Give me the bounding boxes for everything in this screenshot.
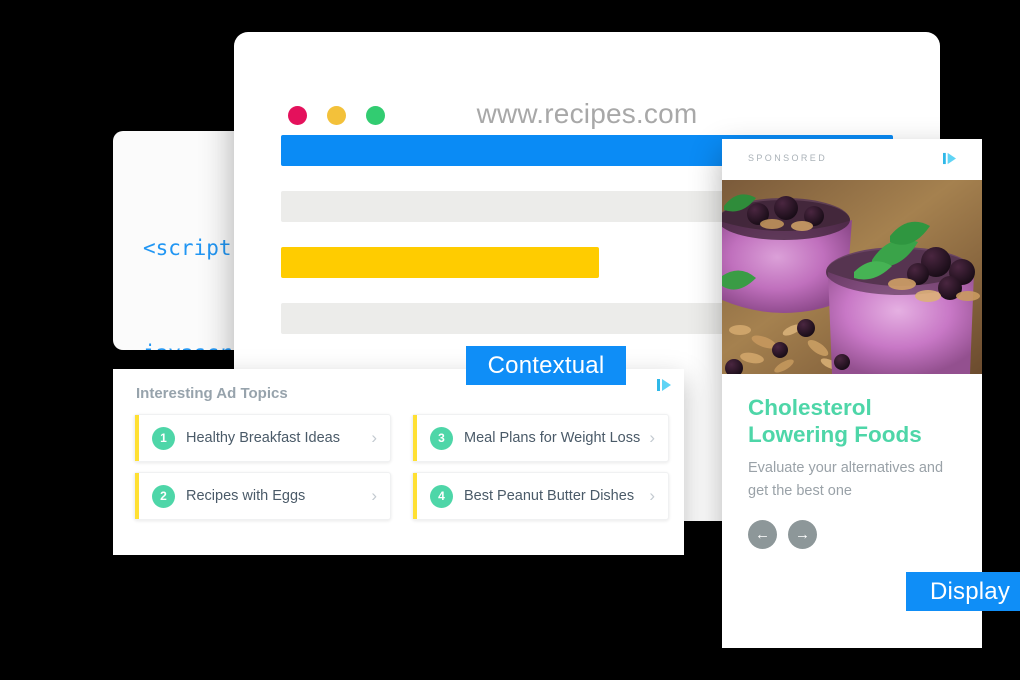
- ad-topic-item[interactable]: 1 Healthy Breakfast Ideas ›: [134, 414, 391, 462]
- ad-topics-heading: Interesting Ad Topics: [136, 385, 288, 402]
- topic-label: Recipes with Eggs: [186, 488, 306, 504]
- topic-label: Meal Plans for Weight Loss: [464, 430, 641, 446]
- topic-number-badge: 1: [152, 426, 175, 450]
- ad-topics-list: 1 Healthy Breakfast Ideas › 3 Meal Plans…: [113, 402, 684, 520]
- contextual-callout-badge: Contextual: [466, 346, 626, 385]
- adchoices-icon[interactable]: [942, 152, 957, 165]
- ad-topic-item[interactable]: 2 Recipes with Eggs ›: [134, 472, 391, 520]
- chevron-right-icon[interactable]: ›: [371, 428, 390, 448]
- ad-topic-item[interactable]: 3 Meal Plans for Weight Loss ›: [412, 414, 669, 462]
- topic-number-badge: 2: [152, 484, 175, 508]
- chevron-right-icon[interactable]: ›: [371, 486, 390, 506]
- ad-topic-item[interactable]: 4 Best Peanut Butter Dishes ›: [412, 472, 669, 520]
- topic-number-badge: 4: [430, 484, 453, 508]
- url-bar-text[interactable]: www.recipes.com: [234, 98, 940, 130]
- display-callout-badge: Display: [906, 572, 1020, 611]
- chevron-right-icon[interactable]: ›: [649, 428, 668, 448]
- ad-image[interactable]: [722, 180, 982, 374]
- next-ad-button[interactable]: →: [788, 520, 817, 549]
- browser-titlebar: www.recipes.com: [234, 32, 940, 135]
- previous-ad-button[interactable]: ←: [748, 520, 777, 549]
- ad-topics-panel: Interesting Ad Topics 1 Healthy Breakfas…: [113, 369, 684, 555]
- ad-description: Evaluate your alternatives and get the b…: [748, 460, 944, 499]
- content-bar-yellow: [281, 247, 600, 278]
- ad-title[interactable]: Cholesterol Lowering Foods: [748, 394, 956, 448]
- topic-label: Best Peanut Butter Dishes: [464, 488, 635, 504]
- sponsored-label: SPONSORED: [748, 153, 828, 163]
- topic-number-badge: 3: [430, 426, 453, 450]
- ad-copy: Cholesterol Lowering Foods Evaluate your…: [722, 374, 982, 549]
- topic-label: Healthy Breakfast Ideas: [186, 430, 340, 446]
- adchoices-icon[interactable]: [656, 378, 672, 392]
- ad-image-artwork: [722, 180, 982, 374]
- illustration-stage: <script javascri wind window._ {}; www.r…: [0, 0, 1020, 680]
- ad-header: SPONSORED: [722, 139, 982, 180]
- chevron-right-icon[interactable]: ›: [649, 486, 668, 506]
- ad-carousel-nav: ← →: [748, 520, 956, 549]
